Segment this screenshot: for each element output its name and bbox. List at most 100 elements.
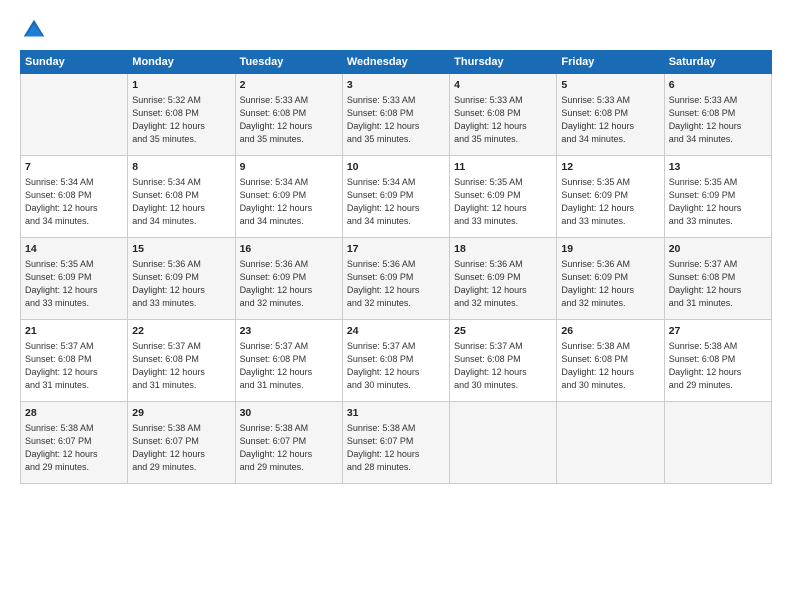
calendar-cell: 6Sunrise: 5:33 AMSunset: 6:08 PMDaylight… (664, 74, 771, 156)
week-row-3: 14Sunrise: 5:35 AMSunset: 6:09 PMDayligh… (21, 238, 772, 320)
day-number: 4 (454, 78, 552, 93)
day-number: 3 (347, 78, 445, 93)
day-number: 19 (561, 242, 659, 257)
day-number: 31 (347, 406, 445, 421)
week-row-5: 28Sunrise: 5:38 AMSunset: 6:07 PMDayligh… (21, 402, 772, 484)
calendar-cell: 4Sunrise: 5:33 AMSunset: 6:08 PMDaylight… (450, 74, 557, 156)
calendar-cell: 3Sunrise: 5:33 AMSunset: 6:08 PMDaylight… (342, 74, 449, 156)
calendar-cell: 9Sunrise: 5:34 AMSunset: 6:09 PMDaylight… (235, 156, 342, 238)
calendar-cell: 2Sunrise: 5:33 AMSunset: 6:08 PMDaylight… (235, 74, 342, 156)
day-info: Sunrise: 5:33 AMSunset: 6:08 PMDaylight:… (347, 94, 445, 146)
calendar-cell: 31Sunrise: 5:38 AMSunset: 6:07 PMDayligh… (342, 402, 449, 484)
calendar-body: 1Sunrise: 5:32 AMSunset: 6:08 PMDaylight… (21, 74, 772, 484)
calendar-cell: 21Sunrise: 5:37 AMSunset: 6:08 PMDayligh… (21, 320, 128, 402)
header-cell-saturday: Saturday (664, 51, 771, 74)
logo (20, 16, 52, 44)
calendar-cell (21, 74, 128, 156)
calendar-cell: 7Sunrise: 5:34 AMSunset: 6:08 PMDaylight… (21, 156, 128, 238)
day-info: Sunrise: 5:37 AMSunset: 6:08 PMDaylight:… (132, 340, 230, 392)
calendar-cell: 5Sunrise: 5:33 AMSunset: 6:08 PMDaylight… (557, 74, 664, 156)
day-info: Sunrise: 5:34 AMSunset: 6:08 PMDaylight:… (25, 176, 123, 228)
day-info: Sunrise: 5:33 AMSunset: 6:08 PMDaylight:… (240, 94, 338, 146)
calendar-cell: 12Sunrise: 5:35 AMSunset: 6:09 PMDayligh… (557, 156, 664, 238)
day-number: 25 (454, 324, 552, 339)
calendar-cell: 23Sunrise: 5:37 AMSunset: 6:08 PMDayligh… (235, 320, 342, 402)
day-number: 1 (132, 78, 230, 93)
day-info: Sunrise: 5:36 AMSunset: 6:09 PMDaylight:… (561, 258, 659, 310)
day-number: 5 (561, 78, 659, 93)
day-number: 27 (669, 324, 767, 339)
calendar-cell: 8Sunrise: 5:34 AMSunset: 6:08 PMDaylight… (128, 156, 235, 238)
day-number: 20 (669, 242, 767, 257)
calendar-cell (450, 402, 557, 484)
calendar-cell: 27Sunrise: 5:38 AMSunset: 6:08 PMDayligh… (664, 320, 771, 402)
calendar-cell: 11Sunrise: 5:35 AMSunset: 6:09 PMDayligh… (450, 156, 557, 238)
calendar-cell (557, 402, 664, 484)
calendar-cell: 25Sunrise: 5:37 AMSunset: 6:08 PMDayligh… (450, 320, 557, 402)
calendar-cell: 19Sunrise: 5:36 AMSunset: 6:09 PMDayligh… (557, 238, 664, 320)
page: SundayMondayTuesdayWednesdayThursdayFrid… (0, 0, 792, 612)
day-number: 10 (347, 160, 445, 175)
day-number: 15 (132, 242, 230, 257)
day-number: 26 (561, 324, 659, 339)
day-info: Sunrise: 5:35 AMSunset: 6:09 PMDaylight:… (454, 176, 552, 228)
header-row: SundayMondayTuesdayWednesdayThursdayFrid… (21, 51, 772, 74)
day-number: 8 (132, 160, 230, 175)
day-info: Sunrise: 5:38 AMSunset: 6:08 PMDaylight:… (561, 340, 659, 392)
calendar-cell: 17Sunrise: 5:36 AMSunset: 6:09 PMDayligh… (342, 238, 449, 320)
day-info: Sunrise: 5:38 AMSunset: 6:08 PMDaylight:… (669, 340, 767, 392)
day-info: Sunrise: 5:38 AMSunset: 6:07 PMDaylight:… (25, 422, 123, 474)
logo-icon (20, 16, 48, 44)
day-info: Sunrise: 5:33 AMSunset: 6:08 PMDaylight:… (561, 94, 659, 146)
day-info: Sunrise: 5:37 AMSunset: 6:08 PMDaylight:… (669, 258, 767, 310)
day-number: 30 (240, 406, 338, 421)
calendar-cell: 30Sunrise: 5:38 AMSunset: 6:07 PMDayligh… (235, 402, 342, 484)
header-cell-sunday: Sunday (21, 51, 128, 74)
day-info: Sunrise: 5:34 AMSunset: 6:08 PMDaylight:… (132, 176, 230, 228)
calendar-header: SundayMondayTuesdayWednesdayThursdayFrid… (21, 51, 772, 74)
day-info: Sunrise: 5:33 AMSunset: 6:08 PMDaylight:… (669, 94, 767, 146)
header-cell-thursday: Thursday (450, 51, 557, 74)
day-info: Sunrise: 5:32 AMSunset: 6:08 PMDaylight:… (132, 94, 230, 146)
day-number: 29 (132, 406, 230, 421)
day-number: 28 (25, 406, 123, 421)
day-info: Sunrise: 5:35 AMSunset: 6:09 PMDaylight:… (25, 258, 123, 310)
day-number: 18 (454, 242, 552, 257)
day-info: Sunrise: 5:38 AMSunset: 6:07 PMDaylight:… (132, 422, 230, 474)
day-number: 22 (132, 324, 230, 339)
header (20, 16, 772, 44)
day-number: 11 (454, 160, 552, 175)
calendar-cell: 26Sunrise: 5:38 AMSunset: 6:08 PMDayligh… (557, 320, 664, 402)
week-row-1: 1Sunrise: 5:32 AMSunset: 6:08 PMDaylight… (21, 74, 772, 156)
calendar-cell: 29Sunrise: 5:38 AMSunset: 6:07 PMDayligh… (128, 402, 235, 484)
day-info: Sunrise: 5:36 AMSunset: 6:09 PMDaylight:… (132, 258, 230, 310)
day-info: Sunrise: 5:35 AMSunset: 6:09 PMDaylight:… (561, 176, 659, 228)
day-info: Sunrise: 5:34 AMSunset: 6:09 PMDaylight:… (240, 176, 338, 228)
calendar-cell: 24Sunrise: 5:37 AMSunset: 6:08 PMDayligh… (342, 320, 449, 402)
day-info: Sunrise: 5:36 AMSunset: 6:09 PMDaylight:… (454, 258, 552, 310)
day-info: Sunrise: 5:37 AMSunset: 6:08 PMDaylight:… (25, 340, 123, 392)
day-number: 23 (240, 324, 338, 339)
calendar-cell: 10Sunrise: 5:34 AMSunset: 6:09 PMDayligh… (342, 156, 449, 238)
calendar-cell: 14Sunrise: 5:35 AMSunset: 6:09 PMDayligh… (21, 238, 128, 320)
day-info: Sunrise: 5:38 AMSunset: 6:07 PMDaylight:… (240, 422, 338, 474)
header-cell-wednesday: Wednesday (342, 51, 449, 74)
calendar-cell: 18Sunrise: 5:36 AMSunset: 6:09 PMDayligh… (450, 238, 557, 320)
day-number: 12 (561, 160, 659, 175)
day-number: 7 (25, 160, 123, 175)
calendar-cell: 1Sunrise: 5:32 AMSunset: 6:08 PMDaylight… (128, 74, 235, 156)
day-info: Sunrise: 5:37 AMSunset: 6:08 PMDaylight:… (240, 340, 338, 392)
day-number: 14 (25, 242, 123, 257)
calendar-cell: 28Sunrise: 5:38 AMSunset: 6:07 PMDayligh… (21, 402, 128, 484)
day-number: 21 (25, 324, 123, 339)
day-info: Sunrise: 5:36 AMSunset: 6:09 PMDaylight:… (347, 258, 445, 310)
day-info: Sunrise: 5:38 AMSunset: 6:07 PMDaylight:… (347, 422, 445, 474)
calendar-cell: 20Sunrise: 5:37 AMSunset: 6:08 PMDayligh… (664, 238, 771, 320)
day-info: Sunrise: 5:37 AMSunset: 6:08 PMDaylight:… (454, 340, 552, 392)
header-cell-friday: Friday (557, 51, 664, 74)
day-info: Sunrise: 5:33 AMSunset: 6:08 PMDaylight:… (454, 94, 552, 146)
calendar-cell: 13Sunrise: 5:35 AMSunset: 6:09 PMDayligh… (664, 156, 771, 238)
week-row-4: 21Sunrise: 5:37 AMSunset: 6:08 PMDayligh… (21, 320, 772, 402)
calendar-table: SundayMondayTuesdayWednesdayThursdayFrid… (20, 50, 772, 484)
header-cell-tuesday: Tuesday (235, 51, 342, 74)
